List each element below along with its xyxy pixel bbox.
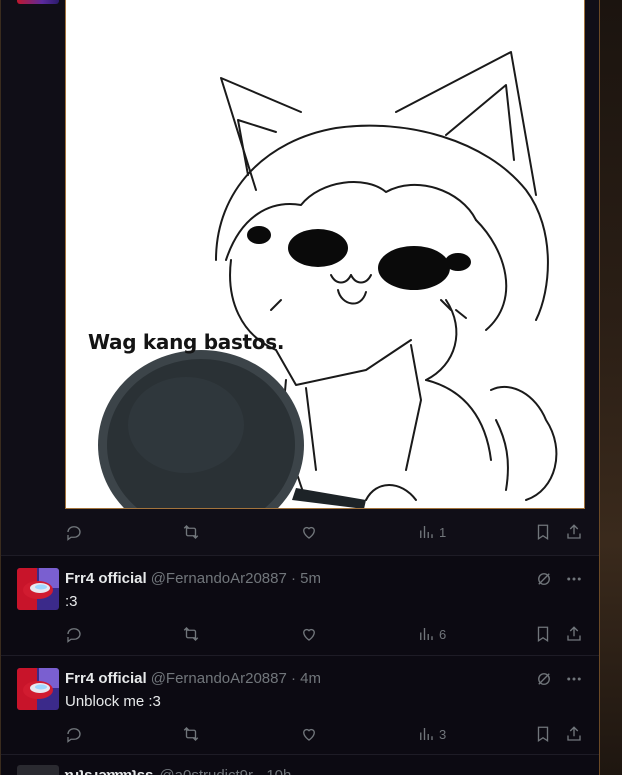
user-handle[interactable]: @FernandoAr20887	[151, 670, 287, 687]
avatar[interactable]	[17, 765, 59, 775]
tweet-actions: 3	[65, 724, 591, 744]
tweet-image[interactable]: Wag kang bastos.	[65, 0, 585, 509]
reply-button[interactable]	[65, 522, 83, 542]
avatar[interactable]	[17, 0, 59, 4]
display-name[interactable]: Frr4 official	[65, 670, 147, 687]
more-icon[interactable]	[565, 570, 583, 588]
bookmark-button[interactable]	[534, 624, 552, 644]
share-button[interactable]	[565, 522, 583, 542]
share-icon	[567, 524, 581, 539]
display-name[interactable]: Frr4 official	[65, 570, 147, 587]
bookmark-icon	[537, 726, 549, 743]
tweet-top-icons	[535, 570, 583, 588]
window-backdrop	[600, 0, 622, 775]
tweet-header: Frr4 official @FernandoAr20887 · 4m	[65, 670, 321, 687]
reply-icon	[67, 628, 81, 643]
timestamp[interactable]: · 4m	[291, 670, 321, 687]
among-us-avatar-icon	[17, 568, 59, 610]
reply-icon	[67, 526, 81, 541]
timeline: Wag kang bastos. 1 Frr4 official @Fernan…	[0, 0, 600, 775]
views-count: 1	[439, 524, 447, 540]
like-icon	[303, 728, 315, 741]
avatar[interactable]	[17, 668, 59, 710]
share-button[interactable]	[565, 624, 583, 644]
timestamp[interactable]: · 5m	[291, 570, 321, 587]
like-icon	[303, 526, 315, 539]
views-button[interactable]: 1	[417, 522, 446, 542]
share-icon	[567, 726, 581, 741]
reply-tweet[interactable]: Frr4 official @FernandoAr20887 · 4m Unblo…	[1, 655, 599, 755]
tweet-actions: 1	[65, 522, 591, 542]
tweet-text: Unblock me :3	[65, 693, 161, 710]
meme-caption: Wag kang bastos.	[88, 330, 285, 354]
reply-icon	[67, 728, 81, 743]
more-icon[interactable]	[565, 670, 583, 688]
reply-button[interactable]	[65, 724, 83, 744]
tweet-actions: 6	[65, 624, 591, 644]
cat-meme-illustration	[98, 51, 558, 508]
retweet-icon	[183, 525, 199, 539]
reply-tweet[interactable]: Frr4 official @FernandoAr20887 · 5m :3 6	[1, 555, 599, 655]
grok-icon[interactable]	[535, 570, 553, 588]
like-icon	[303, 628, 315, 641]
views-icon	[420, 728, 433, 740]
avatar[interactable]	[17, 568, 59, 610]
among-us-avatar-icon	[17, 668, 59, 710]
views-button[interactable]: 6	[417, 624, 446, 644]
retweet-icon	[183, 627, 199, 641]
bookmark-icon	[537, 626, 549, 643]
tweet-header: ɐɹʇsɹǝɐɐɐʇʂs @a0strudict9r · 10h	[65, 767, 291, 775]
retweet-button[interactable]	[182, 624, 200, 644]
partial-tweet[interactable]: ɐɹʇsɹǝɐɐɐʇʂs @a0strudict9r · 10h	[1, 754, 599, 775]
grok-icon[interactable]	[535, 670, 553, 688]
views-button[interactable]: 3	[417, 724, 446, 744]
bookmark-button[interactable]	[534, 522, 552, 542]
user-handle[interactable]: @a0strudict9r · 10h	[159, 767, 291, 775]
like-button[interactable]	[300, 522, 318, 542]
display-name[interactable]: ɐɹʇsɹǝɐɐɐʇʂs	[65, 767, 153, 775]
tweet-top-icons	[535, 670, 583, 688]
views-count: 6	[439, 626, 447, 642]
share-button[interactable]	[565, 724, 583, 744]
tweet-text: :3	[65, 593, 78, 610]
views-count: 3	[439, 726, 447, 742]
retweet-button[interactable]	[182, 724, 200, 744]
retweet-icon	[183, 727, 199, 741]
like-button[interactable]	[300, 624, 318, 644]
share-icon	[567, 626, 581, 641]
bookmark-icon	[537, 524, 549, 541]
tweet-header: Frr4 official @FernandoAr20887 · 5m	[65, 570, 321, 587]
bookmark-button[interactable]	[534, 724, 552, 744]
retweet-button[interactable]	[182, 522, 200, 542]
reply-button[interactable]	[65, 624, 83, 644]
like-button[interactable]	[300, 724, 318, 744]
media-tweet[interactable]: Wag kang bastos. 1	[1, 0, 599, 555]
user-handle[interactable]: @FernandoAr20887	[151, 570, 287, 587]
views-icon	[420, 628, 433, 640]
views-icon	[420, 526, 433, 538]
